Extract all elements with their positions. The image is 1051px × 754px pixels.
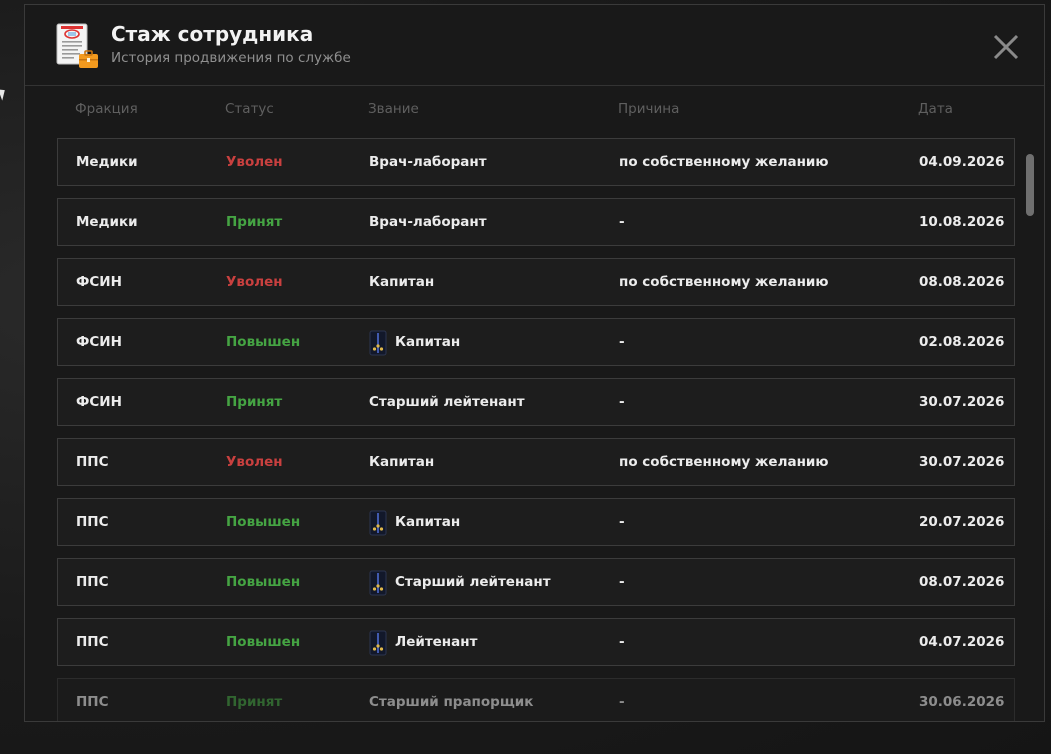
row-status: Повышен (226, 574, 301, 590)
row-faction: ФСИН (76, 334, 122, 350)
row-status: Уволен (226, 454, 283, 470)
table-row[interactable]: ППС Повышен Старший лейтенант - 08.07.2026 (57, 558, 1015, 606)
close-icon[interactable] (991, 32, 1021, 62)
row-faction: ППС (76, 514, 109, 530)
row-status: Повышен (226, 514, 301, 530)
row-rank-label: Врач-лаборант (369, 214, 487, 230)
row-reason: - (619, 574, 625, 590)
row-rank-label: Капитан (395, 514, 461, 530)
scrollbar-thumb[interactable] (1026, 154, 1034, 216)
row-faction: ППС (76, 574, 109, 590)
row-reason: по собственному желанию (619, 274, 829, 290)
row-status: Повышен (226, 634, 301, 650)
row-status: Принят (226, 394, 283, 410)
shoulder-strap-icon (369, 569, 387, 596)
row-rank-label: Капитан (395, 334, 461, 350)
row-rank: Капитан (369, 439, 434, 485)
row-faction: ФСИН (76, 274, 122, 290)
row-date: 08.07.2026 (919, 574, 1005, 590)
column-header-date: Дата (918, 101, 953, 117)
modal-header: Стаж сотрудника История продвижения по с… (25, 5, 1044, 86)
shoulder-strap-icon (369, 329, 387, 356)
row-reason: - (619, 514, 625, 530)
row-rank: Лейтенант (369, 619, 477, 665)
column-header-status: Статус (225, 101, 274, 117)
row-rank: Врач-лаборант (369, 199, 487, 245)
row-rank-label: Лейтенант (395, 634, 478, 650)
row-rank: Старший лейтенант (369, 559, 551, 605)
row-date: 04.09.2026 (919, 154, 1005, 170)
modal-title: Стаж сотрудника (111, 22, 314, 46)
row-rank-label: Старший лейтенант (395, 574, 551, 590)
row-faction: ФСИН (76, 394, 122, 410)
row-reason: - (619, 634, 625, 650)
table-row[interactable]: ППС Уволен Капитан по собственному желанию 3… (57, 438, 1015, 486)
row-rank-label: Врач-лаборант (369, 154, 487, 170)
row-date: 20.07.2026 (919, 514, 1005, 530)
table-row[interactable]: ППС Принят Старший прапорщик - 30.06.2026 (57, 678, 1015, 721)
row-date: 04.07.2026 (919, 634, 1005, 650)
row-rank: Старший лейтенант (369, 379, 525, 425)
table-row[interactable]: ППС Повышен Капитан - 20.07.2026 (57, 498, 1015, 546)
employee-service-modal: Стаж сотрудника История продвижения по с… (24, 4, 1045, 722)
row-rank-label: Капитан (369, 454, 435, 470)
row-rank-label: Старший прапорщик (369, 694, 534, 710)
row-faction: Медики (76, 154, 138, 170)
table-row[interactable]: ФСИН Принят Старший лейтенант - 30.07.2026 (57, 378, 1015, 426)
row-status: Уволен (226, 154, 283, 170)
row-reason: - (619, 214, 625, 230)
row-status: Повышен (226, 334, 301, 350)
row-reason: - (619, 694, 625, 710)
row-rank: Врач-лаборант (369, 139, 487, 185)
row-reason: - (619, 394, 625, 410)
table-row[interactable]: Медики Уволен Врач-лаборант по собственному… (57, 138, 1015, 186)
employee-record-icon (56, 23, 98, 68)
row-rank: Капитан (369, 319, 460, 365)
column-header-rank: Звание (368, 101, 419, 117)
row-rank: Капитан (369, 499, 460, 545)
shoulder-strap-icon (369, 629, 387, 656)
column-header-reason: Причина (618, 101, 680, 117)
row-rank-label: Старший лейтенант (369, 394, 525, 410)
row-faction: ППС (76, 454, 109, 470)
row-date: 30.06.2026 (919, 694, 1005, 710)
row-date: 10.08.2026 (919, 214, 1005, 230)
table-header: Фракция Статус Звание Причина Дата (25, 101, 1044, 121)
row-rank-label: Капитан (369, 274, 435, 290)
row-reason: по собственному желанию (619, 454, 829, 470)
row-faction: ППС (76, 634, 109, 650)
shoulder-strap-icon (369, 509, 387, 536)
column-header-faction: Фракция (75, 101, 138, 117)
row-faction: ППС (76, 694, 109, 710)
row-date: 30.07.2026 (919, 394, 1005, 410)
row-status: Уволен (226, 274, 283, 290)
row-rank: Старший прапорщик (369, 679, 534, 721)
row-date: 30.07.2026 (919, 454, 1005, 470)
table-row[interactable]: ФСИН Уволен Капитан по собственному желанию… (57, 258, 1015, 306)
row-reason: - (619, 334, 625, 350)
row-date: 02.08.2026 (919, 334, 1005, 350)
row-date: 08.08.2026 (919, 274, 1005, 290)
table-row[interactable]: Медики Принят Врач-лаборант - 10.08.2026 (57, 198, 1015, 246)
modal-subtitle: История продвижения по службе (111, 50, 351, 66)
row-rank: Капитан (369, 259, 434, 305)
table-row[interactable]: ППС Повышен Лейтенант - 04.07.2026 (57, 618, 1015, 666)
table-row[interactable]: ФСИН Повышен Капитан - 02.08.2026 (57, 318, 1015, 366)
row-reason: по собственному желанию (619, 154, 829, 170)
service-history-list: Медики Уволен Врач-лаборант по собственному… (57, 138, 1015, 721)
row-status: Принят (226, 694, 283, 710)
row-faction: Медики (76, 214, 138, 230)
row-status: Принят (226, 214, 283, 230)
